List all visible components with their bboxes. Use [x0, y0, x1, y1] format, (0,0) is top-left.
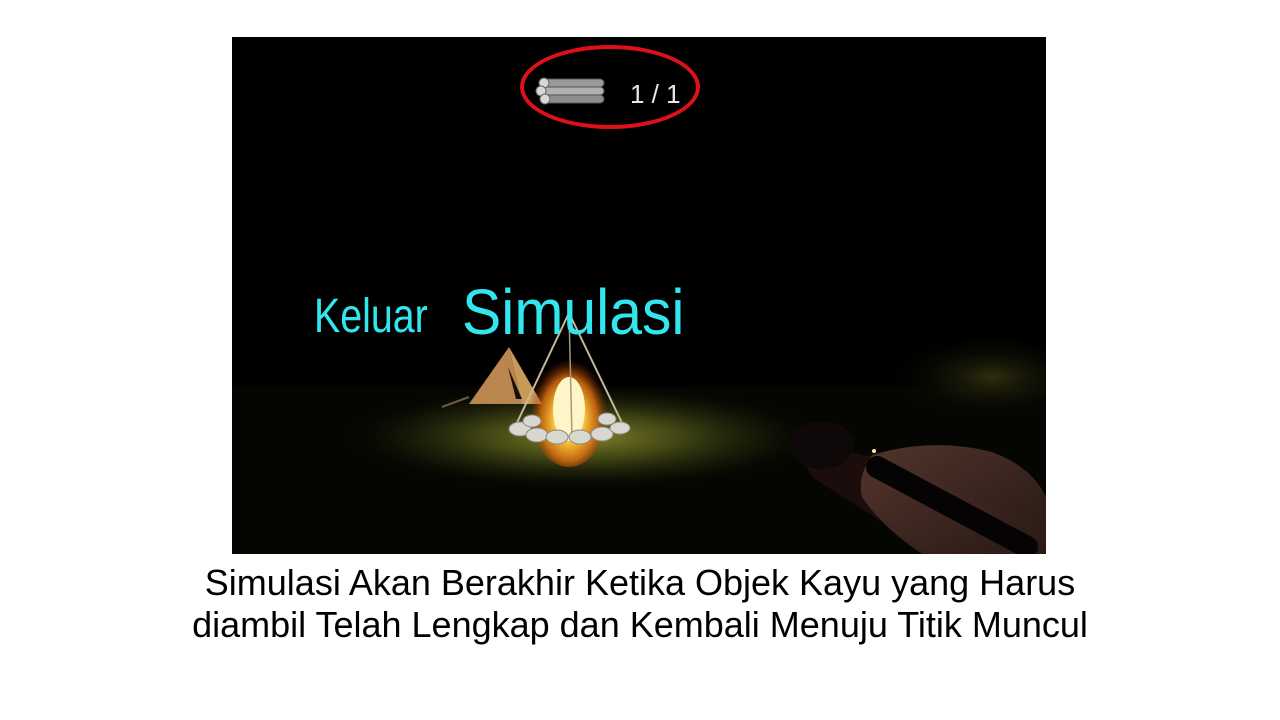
exit-simulation-label-word2[interactable]: Simulasi	[462, 275, 684, 349]
wood-log-icon	[535, 77, 605, 105]
exit-simulation-label-word1[interactable]: Keluar	[314, 289, 428, 344]
caption-line-2: diambil Telah Lengkap dan Kembali Menuju…	[192, 604, 1088, 645]
wood-count-text: 1 / 1	[630, 79, 681, 109]
slide-caption: Simulasi Akan Berakhir Ketika Objek Kayu…	[40, 562, 1240, 646]
collected-wood-counter: 1 / 1	[520, 45, 704, 133]
caption-line-1: Simulasi Akan Berakhir Ketika Objek Kayu…	[204, 562, 1076, 603]
game-viewport[interactable]: 1 / 1 Keluar Simulasi	[232, 37, 1046, 554]
